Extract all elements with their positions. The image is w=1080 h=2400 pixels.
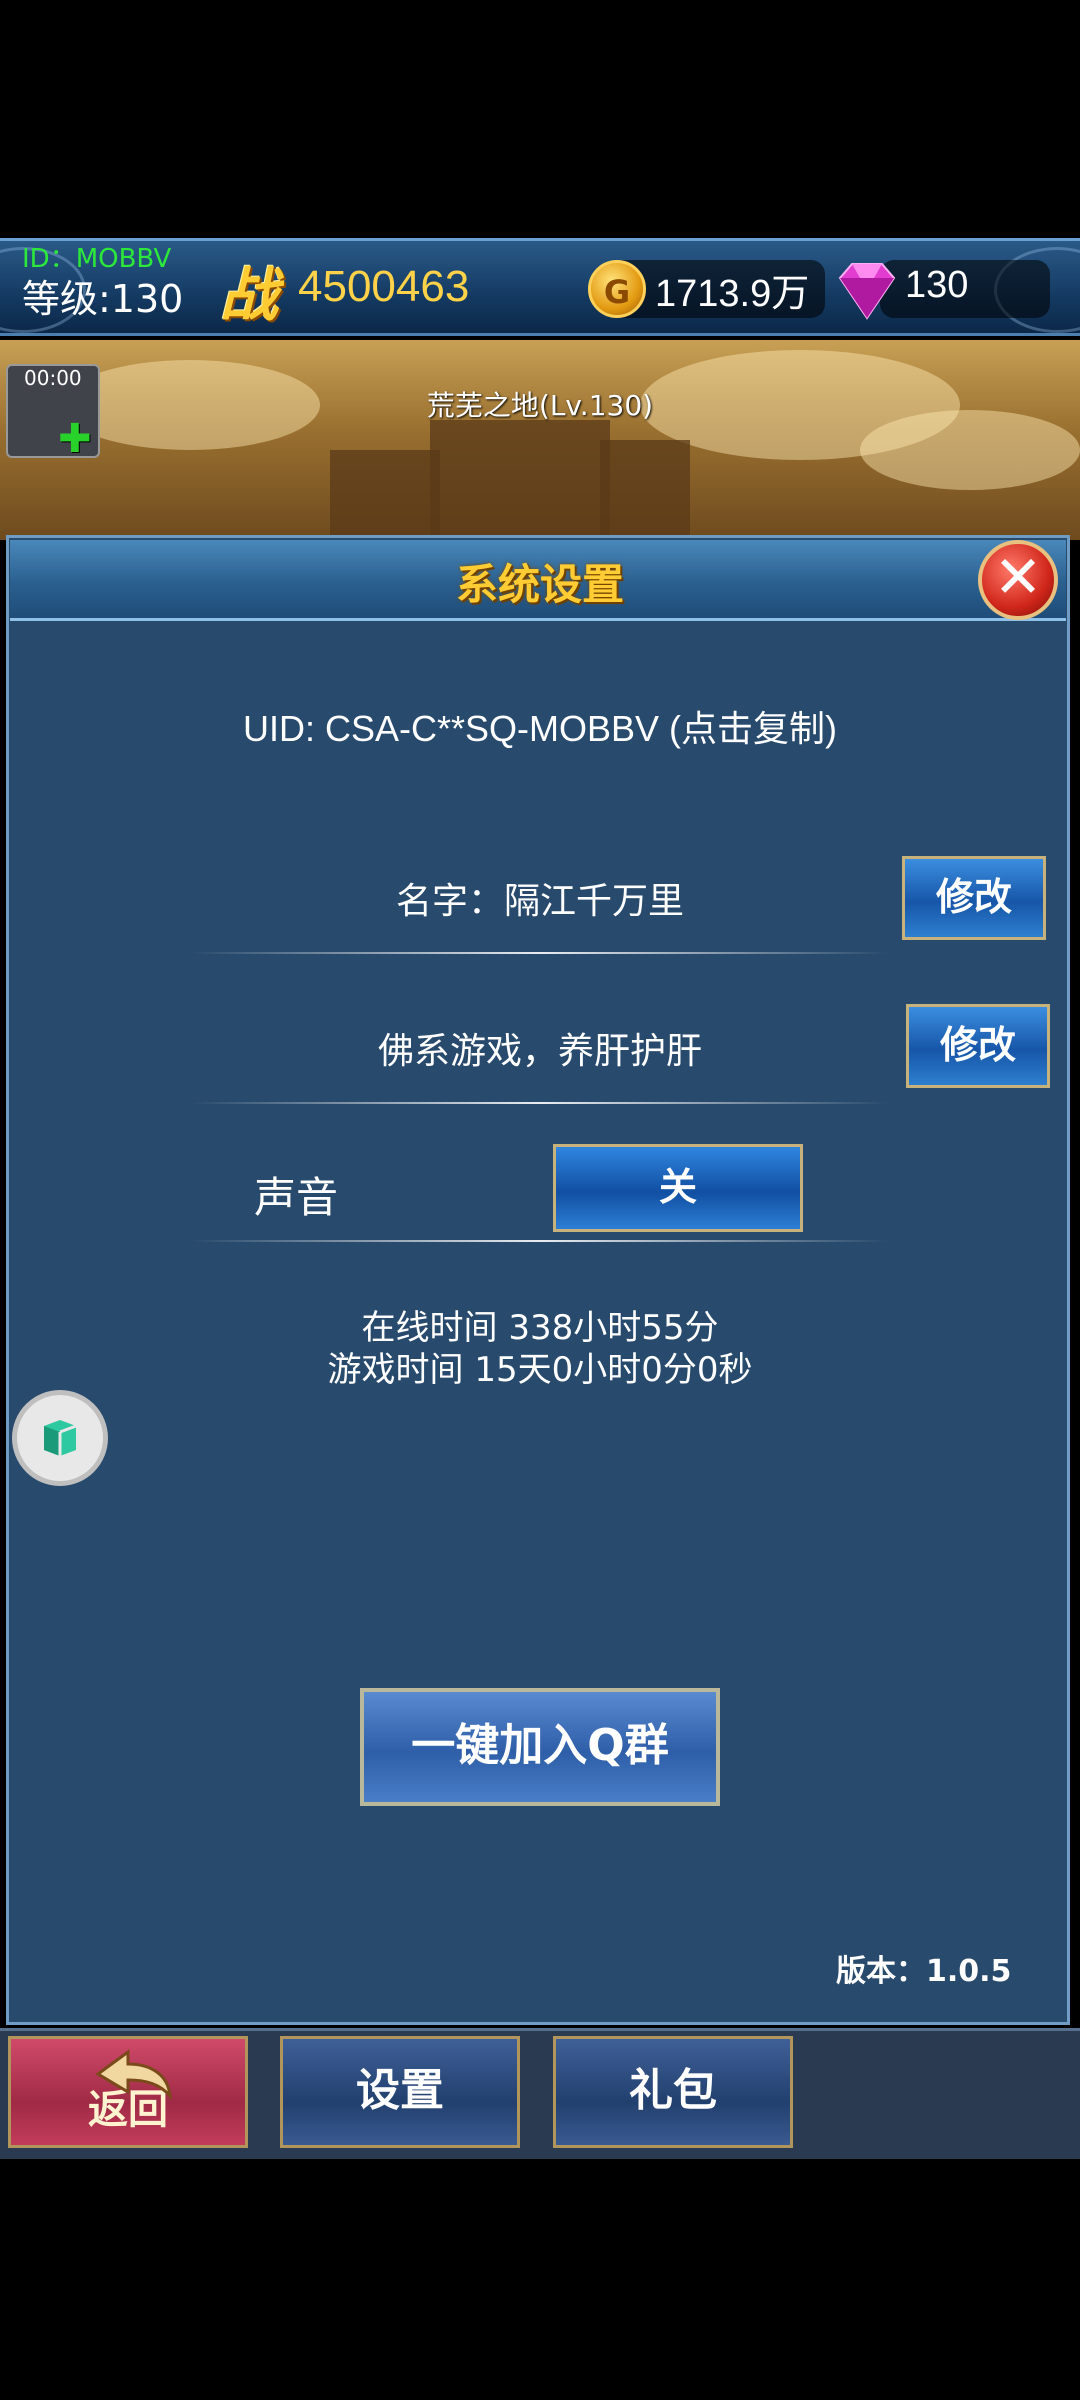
- map-name: 荒芜之地(Lv.130): [426, 389, 654, 422]
- combat-power-value: 4500463: [298, 262, 470, 311]
- signature-label: 佛系游戏，养肝护肝: [377, 1031, 702, 1072]
- player-name-label: 名字：隔江千万里: [395, 881, 684, 922]
- edit-name-button[interactable]: 修改: [902, 856, 1046, 940]
- edit-signature-button[interactable]: 修改: [906, 1004, 1050, 1088]
- play-time-text: 游戏时间 15天0小时0分0秒: [327, 1350, 753, 1390]
- sound-label: 声音: [254, 1173, 339, 1222]
- map-scene-banner: [0, 340, 1080, 540]
- divider: [190, 1102, 890, 1104]
- back-arrow-icon: [95, 2049, 172, 2101]
- power-icon: 战: [220, 261, 279, 329]
- plus-icon[interactable]: ✚: [58, 416, 92, 462]
- gold-value: 1713.9万: [655, 273, 810, 315]
- tab-gift[interactable]: 礼包: [553, 2036, 793, 2148]
- join-qq-group-button[interactable]: 一键加入Q群: [360, 1688, 720, 1806]
- player-level: 等级:130: [22, 277, 184, 321]
- divider: [190, 1240, 890, 1242]
- tab-settings[interactable]: 设置: [280, 2036, 520, 2148]
- gem-value: 130: [905, 264, 969, 306]
- cube-icon: [44, 1420, 77, 1456]
- divider: [190, 952, 890, 954]
- uid-copy-link[interactable]: UID: CSA-C**SQ-MOBBV (点击复制): [140, 700, 940, 752]
- diamond-icon: [838, 263, 896, 320]
- skill-timer: 00:00: [24, 366, 82, 390]
- panel-title: 系统设置: [455, 560, 624, 609]
- gold-coin-icon: G: [588, 260, 646, 318]
- version-label: 版本：1.0.5: [836, 1954, 1012, 1989]
- sound-toggle-button[interactable]: 关: [553, 1144, 803, 1232]
- close-button[interactable]: ✕: [978, 540, 1058, 620]
